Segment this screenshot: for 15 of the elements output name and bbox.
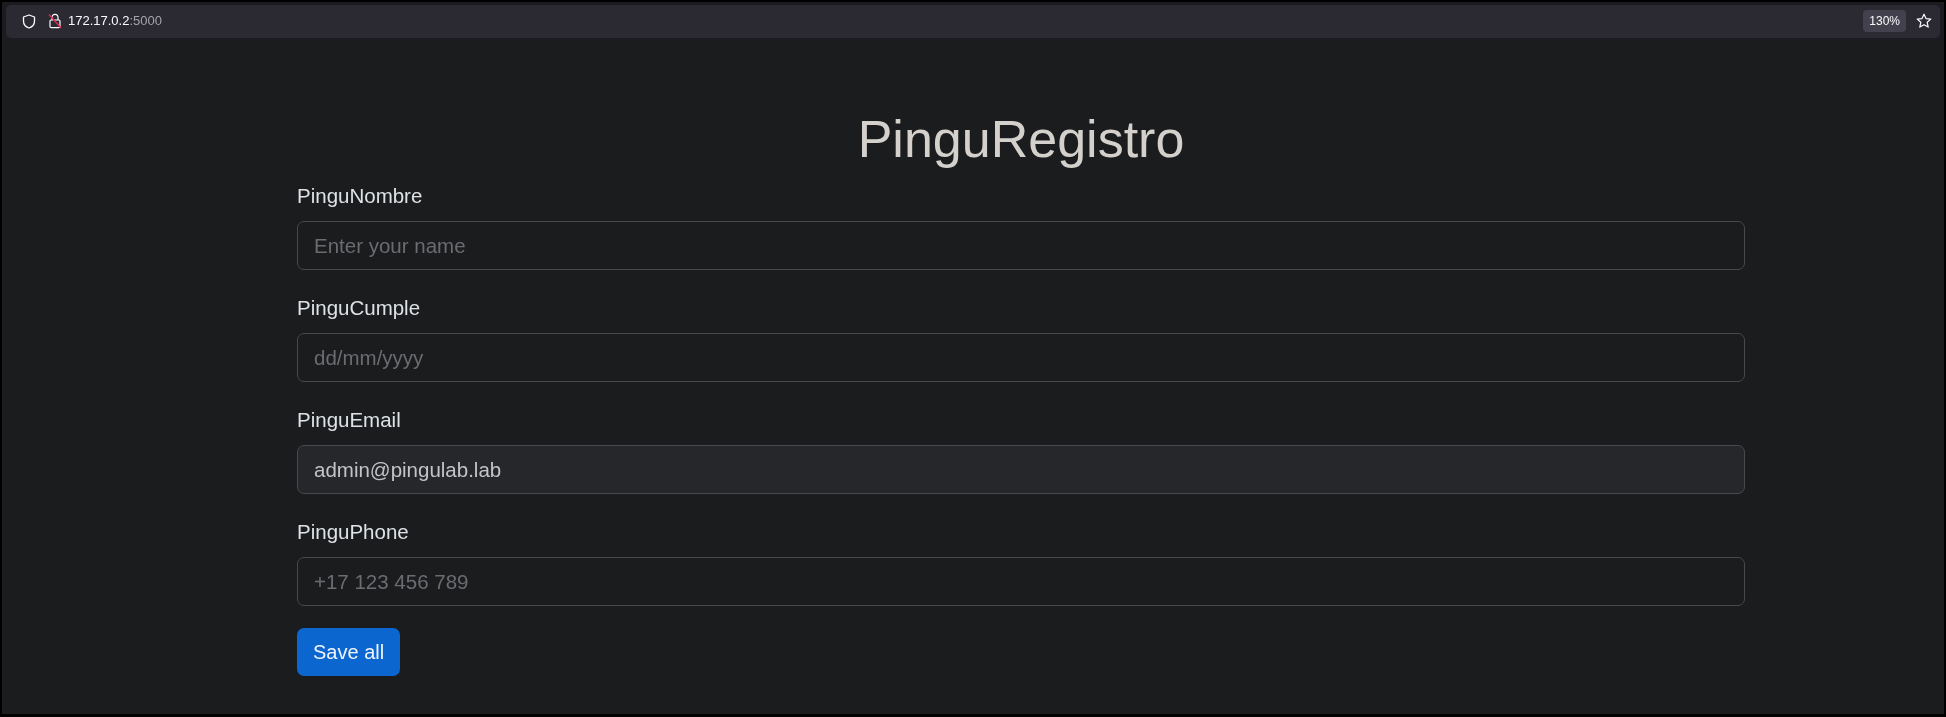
save-all-button[interactable]: Save all (297, 628, 401, 676)
address-bar[interactable]: 172.17.0.2:5000 130% (6, 4, 1940, 38)
shield-icon[interactable] (22, 13, 36, 29)
url-text: 172.17.0.2:5000 (68, 12, 162, 31)
page-title: PinguRegistro (856, 109, 1186, 170)
zoom-level-button[interactable]: 130% (1863, 10, 1906, 32)
input-field[interactable]: dd/mm/yyyy (297, 333, 1745, 382)
star-icon[interactable] (1916, 13, 1932, 29)
lock-slash-icon[interactable] (48, 13, 62, 29)
input-field[interactable]: Enter your name (297, 221, 1745, 270)
field-label: PinguNombre (297, 183, 423, 209)
field-label: PinguCumple (297, 295, 421, 321)
input-field[interactable]: +17 123 456 789 (297, 557, 1745, 606)
field-label: PinguEmail (297, 407, 401, 433)
field-label: PinguPhone (297, 519, 409, 545)
